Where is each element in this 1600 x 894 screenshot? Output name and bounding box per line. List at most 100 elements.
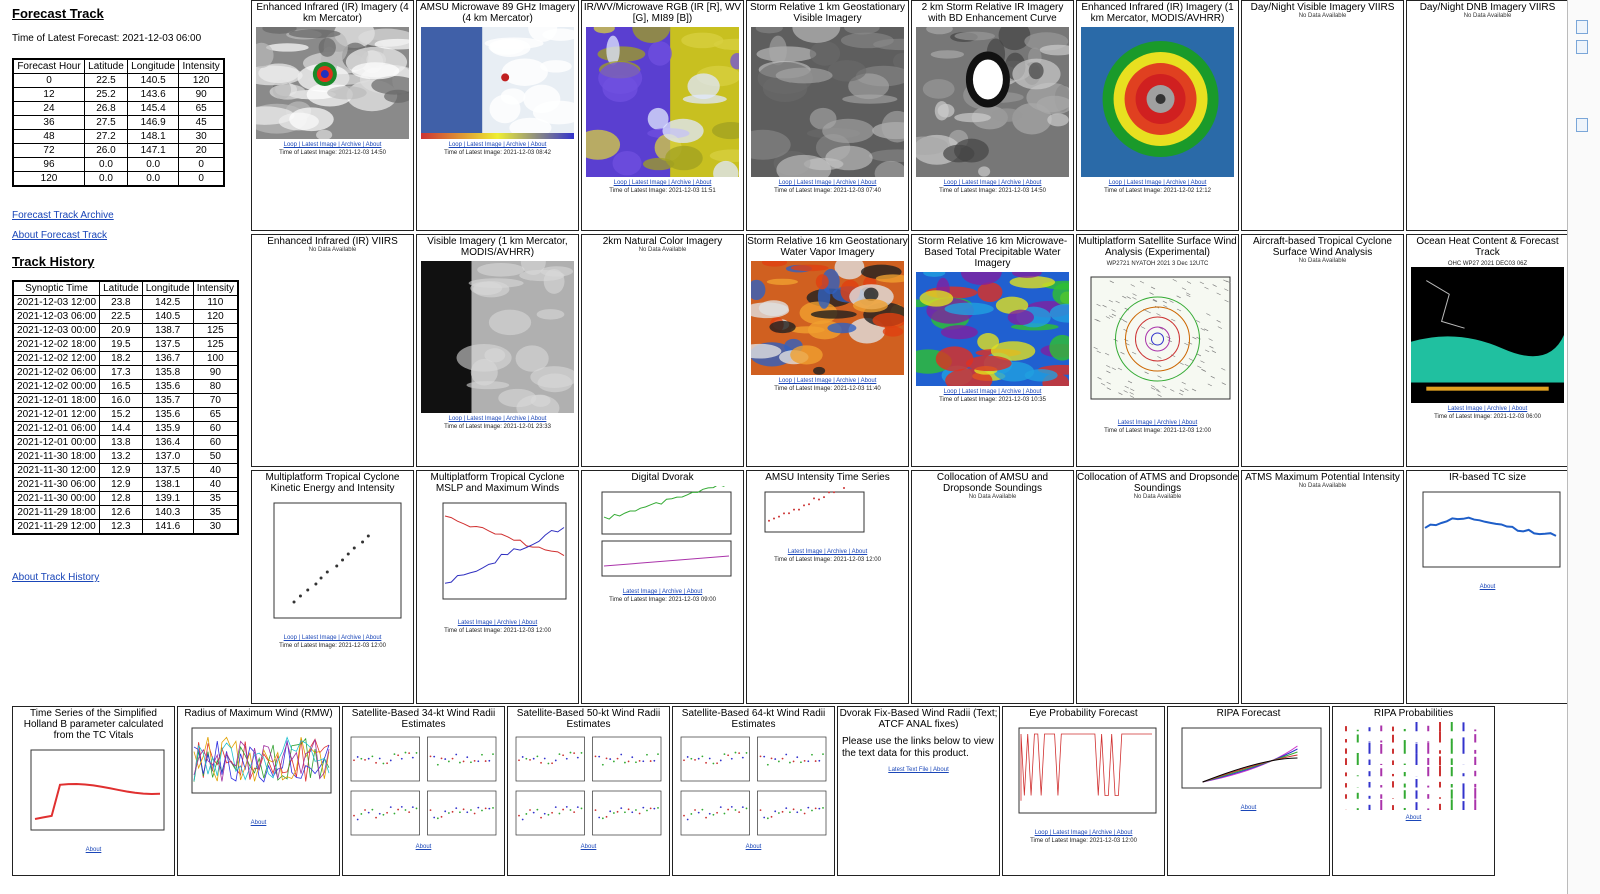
product-image-frame[interactable] — [421, 261, 574, 413]
product-image-frame[interactable] — [1411, 486, 1564, 581]
product-links[interactable]: Loop | Latest Image | Archive | About — [747, 377, 908, 385]
vis-image[interactable] — [751, 27, 904, 177]
product-image-frame[interactable] — [421, 27, 574, 139]
product-links[interactable]: Latest Image | Archive | About — [747, 548, 908, 556]
about-forecast-link[interactable]: About Forecast Track — [12, 230, 107, 241]
holland-image[interactable] — [17, 744, 170, 844]
mslp-image[interactable] — [421, 497, 574, 617]
radii-image[interactable] — [512, 733, 665, 841]
table-cell: 25.2 — [83, 87, 128, 102]
rgb-image[interactable] — [586, 27, 739, 177]
product-links[interactable]: Latest Text File | About — [838, 766, 999, 774]
latest-image-time: Time of Latest Image: 2021-12-03 12:00 — [1104, 428, 1211, 434]
product-links[interactable]: About — [1333, 814, 1494, 822]
product-image-frame[interactable] — [512, 733, 665, 841]
product-image-frame[interactable] — [1172, 722, 1325, 802]
ohc-image[interactable] — [1411, 267, 1564, 403]
ir-image[interactable] — [256, 27, 409, 139]
product-links[interactable]: Loop | Latest Image | Archive | About — [417, 141, 578, 149]
product-links[interactable]: About — [343, 843, 504, 851]
product-title: Satellite-Based 34-kt Wind Radii Estimat… — [351, 708, 496, 730]
product-image-frame[interactable] — [256, 497, 409, 632]
tpw-image[interactable] — [916, 272, 1069, 386]
table-cell: 12 — [12, 87, 85, 102]
product-links[interactable]: Loop | Latest Image | Archive | About — [417, 415, 578, 423]
product-image-frame[interactable] — [256, 27, 409, 139]
product-image-frame[interactable] — [586, 486, 739, 586]
column-header: Forecast Hour — [12, 58, 85, 74]
product-links[interactable]: Loop | Latest Image | Archive | About — [582, 179, 743, 187]
product-links[interactable]: About — [178, 819, 339, 827]
product-image-frame[interactable] — [1081, 27, 1234, 177]
product-image-frame[interactable] — [916, 272, 1069, 386]
no-data-label: No Data Available — [1463, 13, 1512, 19]
product-links[interactable]: Latest Image | Archive | About — [1077, 419, 1238, 427]
rmw-image[interactable] — [182, 722, 335, 817]
product-image-frame[interactable]: WP2721 NYATOH 2021 3 Dec 12UTC — [1081, 261, 1234, 417]
product-cell: Day/Night Visible Imagery VIIRS No Data A… — [1241, 0, 1404, 231]
ripa-image[interactable] — [1172, 722, 1325, 802]
product-links[interactable]: Latest Image | Archive | About — [1407, 405, 1568, 413]
product-image-frame[interactable] — [347, 733, 500, 841]
product-cell: AMSU Microwave 89 GHz Imagery (4 km Merc… — [416, 0, 579, 231]
amsuts-image[interactable] — [751, 486, 904, 546]
table-cell: 120 — [192, 309, 239, 324]
latest-image-time: Time of Latest Image: 2021-12-03 12:00 — [279, 643, 386, 649]
product-links[interactable]: Latest Image | Archive | About — [417, 619, 578, 627]
product-links[interactable]: About — [508, 843, 669, 851]
product-image-frame[interactable] — [751, 27, 904, 177]
product-links[interactable]: Loop | Latest Image | Archive | About — [912, 388, 1073, 396]
forecast-archive-link[interactable]: Forecast Track Archive — [12, 210, 114, 221]
product-title: Collocation of AMSU and Dropsonde Soundi… — [936, 472, 1049, 494]
scroll-up-icon[interactable] — [1576, 20, 1588, 34]
radii-image[interactable] — [347, 733, 500, 841]
product-links[interactable]: About — [13, 846, 174, 854]
product-image-frame[interactable] — [751, 486, 904, 546]
product-links[interactable]: Loop | Latest Image | Archive | About — [1077, 179, 1238, 187]
expand-icon[interactable] — [1576, 118, 1588, 132]
about-track-history-link[interactable]: About Track History — [12, 572, 99, 583]
table-cell: 40 — [192, 477, 239, 492]
product-links[interactable]: About — [1168, 804, 1329, 812]
product-links[interactable]: About — [673, 843, 834, 851]
product-image-frame[interactable] — [1337, 722, 1490, 812]
table-cell: 70 — [192, 393, 239, 408]
product-image-frame[interactable] — [677, 733, 830, 841]
radii-image[interactable] — [677, 733, 830, 841]
table-cell: 72 — [12, 143, 85, 158]
size-image[interactable] — [1411, 486, 1564, 581]
dvk-image[interactable] — [586, 486, 739, 586]
eir-image[interactable] — [1081, 27, 1234, 177]
table-cell: 12.9 — [99, 477, 143, 492]
track-history-heading[interactable]: Track History — [12, 254, 94, 269]
ripap-image[interactable] — [1337, 722, 1490, 812]
scroll-thumb[interactable] — [1576, 40, 1588, 54]
product-links[interactable]: Loop | Latest Image | Archive | About — [252, 141, 413, 149]
product-links[interactable]: Latest Image | Archive | About — [582, 588, 743, 596]
product-image-frame[interactable] — [17, 744, 170, 844]
product-links[interactable]: Loop | Latest Image | Archive | About — [912, 179, 1073, 187]
product-links[interactable]: Loop | Latest Image | Archive | About — [252, 634, 413, 642]
table-cell: 12.6 — [99, 505, 143, 520]
bd-image[interactable] — [916, 27, 1069, 177]
wind-image[interactable] — [1081, 267, 1234, 417]
product-image-frame[interactable]: OHC WP27 2021 DEC03 06Z — [1411, 261, 1564, 403]
product-links[interactable]: Loop | Latest Image | Archive | About — [1003, 829, 1164, 837]
product-image-frame[interactable] — [586, 27, 739, 177]
eye-image[interactable] — [1007, 722, 1160, 827]
amsu-image[interactable] — [421, 27, 574, 139]
product-image-frame[interactable] — [421, 497, 574, 617]
product-image-frame[interactable] — [916, 27, 1069, 177]
scrollbar[interactable] — [1567, 0, 1600, 894]
product-links[interactable]: About — [1407, 583, 1568, 591]
wv-image[interactable] — [751, 261, 904, 375]
table-cell: 120 — [178, 73, 225, 88]
ke-image[interactable] — [256, 497, 409, 632]
product-image-frame[interactable] — [182, 722, 335, 817]
product-links[interactable]: Loop | Latest Image | Archive | About — [747, 179, 908, 187]
viirsvis-image[interactable] — [421, 261, 574, 413]
product-image-frame[interactable] — [751, 261, 904, 375]
forecast-track-heading[interactable]: Forecast Track — [12, 6, 104, 21]
product-image-frame[interactable] — [1007, 722, 1160, 827]
column-header: Latitude — [83, 58, 128, 74]
